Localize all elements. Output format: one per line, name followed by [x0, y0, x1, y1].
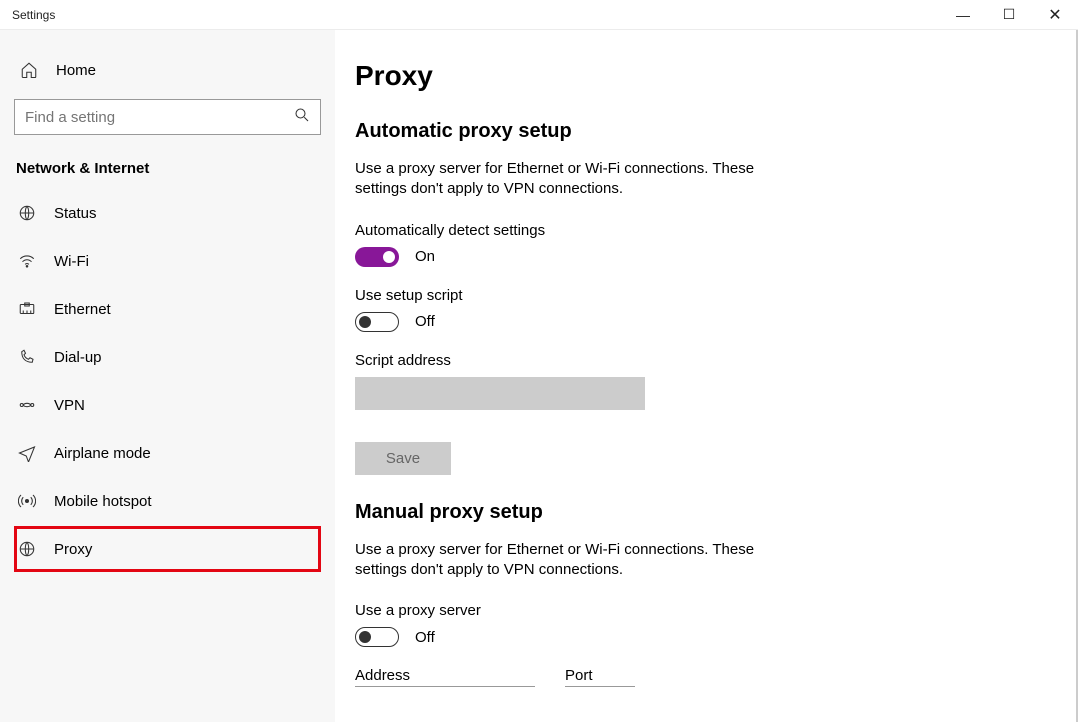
- airplane-icon: [16, 444, 38, 462]
- setup-script-toggle[interactable]: [355, 312, 399, 332]
- page-title: Proxy: [355, 60, 1038, 92]
- auto-description: Use a proxy server for Ethernet or Wi-Fi…: [355, 159, 795, 200]
- window-controls: — ☐ ✕: [940, 0, 1078, 29]
- search-wrap: [14, 99, 321, 135]
- search-icon: [293, 106, 311, 128]
- sidebar-item-label: Ethernet: [54, 301, 111, 318]
- wifi-icon: [16, 252, 38, 270]
- use-proxy-label: Use a proxy server: [355, 602, 1038, 619]
- manual-description: Use a proxy server for Ethernet or Wi-Fi…: [355, 540, 795, 581]
- proxy-icon: [16, 540, 38, 558]
- manual-heading: Manual proxy setup: [355, 501, 1038, 524]
- sidebar-item-hotspot[interactable]: Mobile hotspot: [14, 478, 321, 524]
- setup-script-state: Off: [415, 313, 435, 330]
- address-label: Address: [355, 667, 535, 687]
- sidebar: Home Network & Internet Status Wi-Fi Eth…: [0, 30, 335, 722]
- auto-detect-state: On: [415, 248, 435, 265]
- sidebar-item-vpn[interactable]: VPN: [14, 382, 321, 428]
- port-label: Port: [565, 667, 635, 687]
- home-icon: [18, 61, 40, 79]
- use-proxy-state: Off: [415, 629, 435, 646]
- close-button[interactable]: ✕: [1032, 0, 1078, 29]
- search-input[interactable]: [14, 99, 321, 135]
- auto-detect-label: Automatically detect settings: [355, 222, 1038, 239]
- sidebar-item-wifi[interactable]: Wi-Fi: [14, 238, 321, 284]
- sidebar-section-label: Network & Internet: [14, 160, 321, 177]
- vpn-icon: [16, 396, 38, 414]
- sidebar-item-label: Wi-Fi: [54, 253, 89, 270]
- save-button: Save: [355, 442, 451, 475]
- window-title: Settings: [12, 8, 55, 22]
- sidebar-item-label: Mobile hotspot: [54, 493, 152, 510]
- setup-script-label: Use setup script: [355, 287, 1038, 304]
- auto-detect-toggle[interactable]: [355, 247, 399, 267]
- titlebar: Settings — ☐ ✕: [0, 0, 1078, 30]
- status-icon: [16, 204, 38, 222]
- sidebar-item-airplane[interactable]: Airplane mode: [14, 430, 321, 476]
- sidebar-item-ethernet[interactable]: Ethernet: [14, 286, 321, 332]
- sidebar-item-label: Dial-up: [54, 349, 102, 366]
- maximize-button[interactable]: ☐: [986, 0, 1032, 29]
- main-content: Proxy Automatic proxy setup Use a proxy …: [335, 30, 1078, 722]
- script-address-label: Script address: [355, 352, 1038, 369]
- use-proxy-toggle[interactable]: [355, 627, 399, 647]
- sidebar-item-label: Airplane mode: [54, 445, 151, 462]
- minimize-button[interactable]: —: [940, 0, 986, 29]
- sidebar-item-dialup[interactable]: Dial-up: [14, 334, 321, 380]
- sidebar-item-label: Proxy: [54, 541, 92, 558]
- ethernet-icon: [16, 300, 38, 318]
- script-address-input: [355, 377, 645, 410]
- auto-heading: Automatic proxy setup: [355, 120, 1038, 143]
- sidebar-item-proxy[interactable]: Proxy: [14, 526, 321, 572]
- sidebar-home[interactable]: Home: [14, 48, 321, 92]
- sidebar-item-label: VPN: [54, 397, 85, 414]
- sidebar-item-label: Status: [54, 205, 97, 222]
- sidebar-home-label: Home: [56, 62, 96, 79]
- dialup-icon: [16, 348, 38, 366]
- hotspot-icon: [16, 492, 38, 510]
- sidebar-item-status[interactable]: Status: [14, 190, 321, 236]
- sidebar-nav-list: Status Wi-Fi Ethernet Dial-up VPN Airpla…: [14, 190, 321, 572]
